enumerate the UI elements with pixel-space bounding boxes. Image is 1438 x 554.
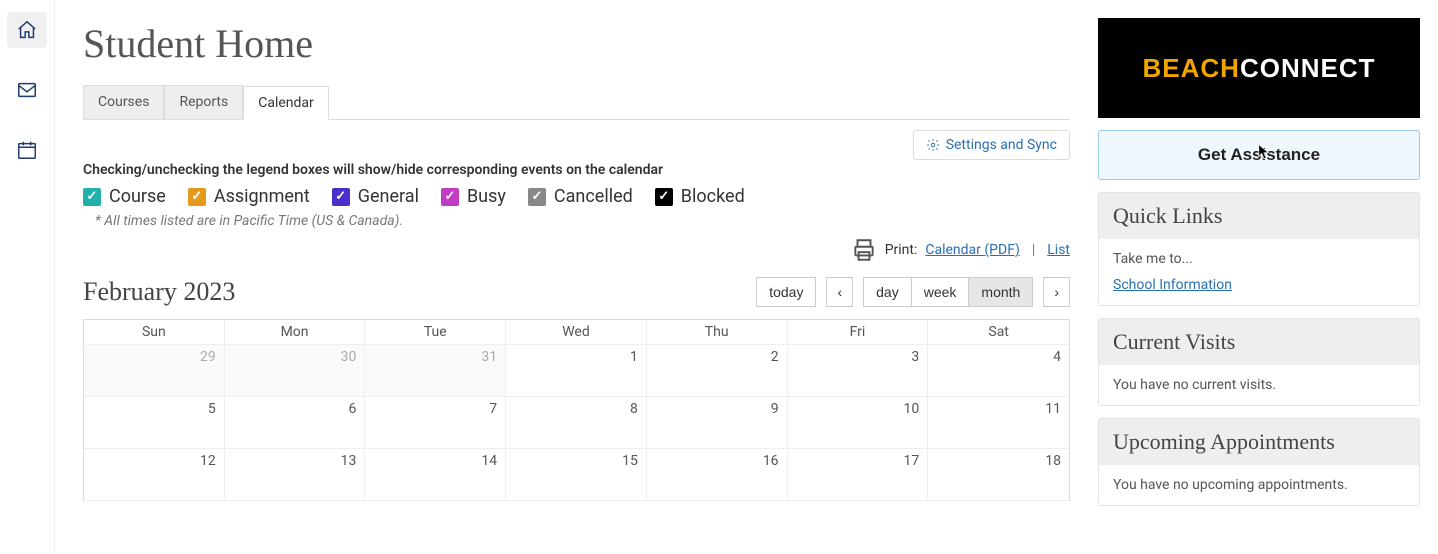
calendar-day[interactable]: 18 xyxy=(928,449,1069,501)
nav-rail xyxy=(0,0,55,554)
calendar-day[interactable]: 29 xyxy=(84,345,225,397)
calendar-week: 2930311234 xyxy=(84,345,1069,397)
brand-logo: BEACHCONNECT xyxy=(1098,18,1420,118)
upcoming-appointments-panel: Upcoming Appointments You have no upcomi… xyxy=(1098,418,1420,506)
main-content: Student Home Courses Reports Calendar Se… xyxy=(55,0,1098,554)
calendar-day[interactable]: 30 xyxy=(225,345,366,397)
brand-part1: BEACH xyxy=(1142,53,1239,83)
gear-icon xyxy=(926,138,940,152)
upcoming-appointments-body: You have no upcoming appointments. xyxy=(1099,465,1419,505)
tab-reports[interactable]: Reports xyxy=(164,85,243,119)
separator: | xyxy=(1028,242,1039,258)
nav-home[interactable] xyxy=(7,12,47,48)
calendar-day[interactable]: 2 xyxy=(647,345,788,397)
chevron-left-icon: ‹ xyxy=(837,284,842,300)
calendar-day[interactable]: 13 xyxy=(225,449,366,501)
calendar-day[interactable]: 12 xyxy=(84,449,225,501)
legend-checkbox-cancelled[interactable] xyxy=(528,188,546,206)
calendar-icon xyxy=(16,139,38,161)
legend-checkbox-blocked[interactable] xyxy=(655,188,673,206)
quick-links-title: Quick Links xyxy=(1099,193,1419,239)
timezone-note: * All times listed are in Pacific Time (… xyxy=(83,213,1070,229)
current-visits-panel: Current Visits You have no current visit… xyxy=(1098,318,1420,406)
dow-label: Thu xyxy=(647,320,788,345)
chevron-right-icon: › xyxy=(1054,284,1059,300)
calendar-day[interactable]: 7 xyxy=(365,397,506,449)
calendar-day[interactable]: 3 xyxy=(788,345,929,397)
legend: Course Assignment General Busy Cancelled… xyxy=(83,186,1070,207)
legend-label: Cancelled xyxy=(554,186,633,207)
calendar-day[interactable]: 8 xyxy=(506,397,647,449)
print-calendar-pdf-link[interactable]: Calendar (PDF) xyxy=(925,242,1019,258)
settings-and-sync-label: Settings and Sync xyxy=(946,137,1057,153)
page-title: Student Home xyxy=(83,20,1070,67)
calendar-day[interactable]: 17 xyxy=(788,449,929,501)
print-label: Print: xyxy=(885,242,918,258)
calendar-header: February 2023 today ‹ day week month › xyxy=(83,277,1070,307)
calendar-day[interactable]: 15 xyxy=(506,449,647,501)
nav-mail[interactable] xyxy=(7,72,47,108)
legend-label: General xyxy=(358,186,419,207)
calendar-day[interactable]: 4 xyxy=(928,345,1069,397)
print-icon xyxy=(851,237,877,263)
calendar-day[interactable]: 16 xyxy=(647,449,788,501)
tab-calendar[interactable]: Calendar xyxy=(243,86,329,120)
legend-label: Course xyxy=(109,186,166,207)
legend-note: Checking/unchecking the legend boxes wil… xyxy=(83,162,1070,178)
calendar-week: 12131415161718 xyxy=(84,449,1069,501)
print-row: Print: Calendar (PDF) | List xyxy=(83,237,1070,277)
print-list-link[interactable]: List xyxy=(1047,242,1070,258)
calendar-day[interactable]: 10 xyxy=(788,397,929,449)
dow-label: Wed xyxy=(506,320,647,345)
calendar-day[interactable]: 14 xyxy=(365,449,506,501)
dow-row: SunMonTueWedThuFriSat xyxy=(84,320,1069,345)
legend-label: Assignment xyxy=(214,186,310,207)
upcoming-appointments-title: Upcoming Appointments xyxy=(1099,419,1419,465)
calendar-day[interactable]: 6 xyxy=(225,397,366,449)
home-icon xyxy=(16,19,38,41)
today-button[interactable]: today xyxy=(756,277,816,307)
get-assistance-label: Get Assistance xyxy=(1198,145,1320,164)
dow-label: Mon xyxy=(225,320,366,345)
tabs: Courses Reports Calendar xyxy=(83,85,1070,120)
current-visits-body: You have no current visits. xyxy=(1099,365,1419,405)
view-day-button[interactable]: day xyxy=(863,277,912,307)
legend-checkbox-course[interactable] xyxy=(83,188,101,206)
view-week-button[interactable]: week xyxy=(912,277,970,307)
tab-courses[interactable]: Courses xyxy=(83,85,164,119)
mail-icon xyxy=(16,79,38,101)
legend-checkbox-general[interactable] xyxy=(332,188,350,206)
calendar-title: February 2023 xyxy=(83,277,756,307)
quick-links-panel: Quick Links Take me to... School Informa… xyxy=(1098,192,1420,306)
calendar-day[interactable]: 5 xyxy=(84,397,225,449)
calendar-grid: SunMonTueWedThuFriSat 293031123456789101… xyxy=(83,319,1070,501)
calendar-day[interactable]: 31 xyxy=(365,345,506,397)
dow-label: Tue xyxy=(365,320,506,345)
calendar-day[interactable]: 9 xyxy=(647,397,788,449)
legend-checkbox-busy[interactable] xyxy=(441,188,459,206)
legend-label: Busy xyxy=(467,186,506,207)
get-assistance-button[interactable]: Get Assistance xyxy=(1098,130,1420,180)
current-visits-title: Current Visits xyxy=(1099,319,1419,365)
legend-label: Blocked xyxy=(681,186,745,207)
view-month-button[interactable]: month xyxy=(969,277,1033,307)
calendar-day[interactable]: 11 xyxy=(928,397,1069,449)
weeks-container: 293031123456789101112131415161718 xyxy=(84,345,1069,501)
quick-links-subtitle: Take me to... xyxy=(1113,251,1405,267)
calendar-week: 567891011 xyxy=(84,397,1069,449)
settings-and-sync-button[interactable]: Settings and Sync xyxy=(913,130,1070,160)
dow-label: Fri xyxy=(788,320,929,345)
dow-label: Sat xyxy=(928,320,1069,345)
right-sidebar: BEACHCONNECT Get Assistance Quick Links … xyxy=(1098,0,1438,554)
next-button[interactable]: › xyxy=(1043,277,1070,307)
nav-calendar[interactable] xyxy=(7,132,47,168)
prev-button[interactable]: ‹ xyxy=(826,277,853,307)
school-information-link[interactable]: School Information xyxy=(1113,277,1232,293)
legend-checkbox-assignment[interactable] xyxy=(188,188,206,206)
dow-label: Sun xyxy=(84,320,225,345)
calendar-day[interactable]: 1 xyxy=(506,345,647,397)
brand-part2: CONNECT xyxy=(1240,53,1376,83)
